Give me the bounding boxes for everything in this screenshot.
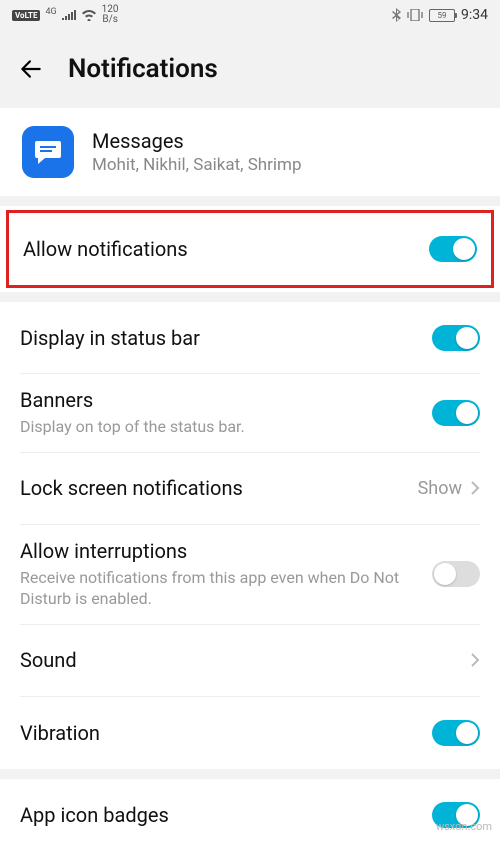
row-sound[interactable]: Sound bbox=[20, 625, 480, 697]
highlight-box: Allow notifications bbox=[6, 210, 494, 288]
back-icon[interactable] bbox=[18, 56, 44, 82]
row-lock-screen[interactable]: Lock screen notifications Show bbox=[20, 453, 480, 525]
row-allow-notifications[interactable]: Allow notifications bbox=[9, 213, 491, 285]
clock: 9:34 bbox=[461, 7, 488, 23]
lock-screen-value: Show bbox=[418, 478, 462, 499]
app-info: Messages Mohit, Nikhil, Saikat, Shrimp bbox=[0, 108, 500, 206]
toggle-display-status[interactable] bbox=[432, 325, 480, 351]
row-title: Sound bbox=[20, 648, 458, 672]
row-title: Allow interruptions bbox=[20, 539, 420, 563]
row-display-status-bar[interactable]: Display in status bar bbox=[20, 302, 480, 374]
volte-badge: VoLTE bbox=[12, 10, 40, 21]
toggle-banners[interactable] bbox=[432, 400, 480, 426]
vibrate-icon bbox=[407, 9, 423, 21]
chevron-right-icon bbox=[470, 652, 480, 668]
app-subtitle: Mohit, Nikhil, Saikat, Shrimp bbox=[92, 155, 302, 175]
net-speed: 120 B/s bbox=[102, 5, 119, 25]
row-title: Banners bbox=[20, 388, 420, 412]
row-title: Display in status bar bbox=[20, 326, 420, 350]
chevron-right-icon bbox=[470, 480, 480, 496]
toggle-interruptions[interactable] bbox=[432, 561, 480, 587]
watermark: wsxdn.com bbox=[436, 820, 492, 833]
row-subtitle: Receive notifications from this app even… bbox=[20, 567, 420, 610]
toggle-allow-notifications[interactable] bbox=[429, 236, 477, 262]
toggle-vibration[interactable] bbox=[432, 720, 480, 746]
row-title: App icon badges bbox=[20, 803, 420, 827]
row-banners[interactable]: Banners Display on top of the status bar… bbox=[20, 374, 480, 453]
messages-app-icon bbox=[22, 126, 74, 178]
row-interruptions[interactable]: Allow interruptions Receive notification… bbox=[20, 525, 480, 625]
status-bar: VoLTE 4G 120 B/s 59 9:34 bbox=[0, 0, 500, 30]
row-title: Vibration bbox=[20, 721, 420, 745]
network-gen: 4G bbox=[45, 7, 56, 17]
row-title: Allow notifications bbox=[23, 237, 417, 261]
battery-icon: 59 bbox=[429, 9, 455, 22]
row-title: Lock screen notifications bbox=[20, 476, 406, 500]
header: Notifications bbox=[0, 30, 500, 108]
wifi-icon bbox=[81, 9, 97, 21]
signal-icon bbox=[62, 10, 76, 20]
row-vibration[interactable]: Vibration bbox=[20, 697, 480, 769]
row-app-icon-badges[interactable]: App icon badges bbox=[20, 779, 480, 851]
page-title: Notifications bbox=[68, 54, 218, 84]
row-subtitle: Display on top of the status bar. bbox=[20, 416, 420, 438]
app-name: Messages bbox=[92, 129, 302, 153]
bluetooth-icon bbox=[391, 8, 401, 22]
